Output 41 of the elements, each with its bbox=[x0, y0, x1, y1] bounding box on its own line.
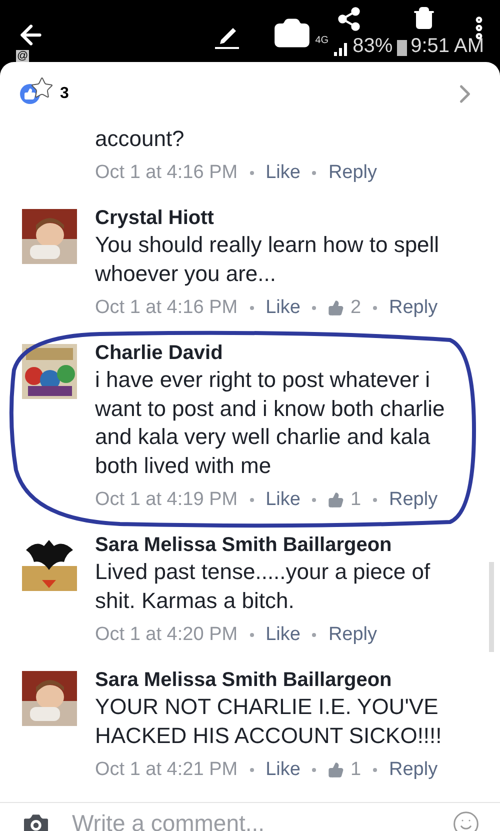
comment-text: account? bbox=[95, 125, 186, 153]
thumbs-up-icon bbox=[328, 492, 344, 508]
emoji-icon[interactable] bbox=[452, 810, 480, 831]
battery-icon bbox=[396, 38, 407, 56]
reply-link[interactable]: Reply bbox=[389, 294, 438, 322]
comment-text: Lived past tense.....your a piece of shit. Karmas a bitch. bbox=[95, 558, 432, 614]
author-name[interactable]: Sara Melissa Smith Baillargeon bbox=[95, 667, 475, 693]
comment-time: Oct 1 at 4:20 PM bbox=[95, 622, 238, 647]
network-label: 4G bbox=[315, 36, 329, 46]
like-count: 1 bbox=[350, 488, 362, 512]
comment-text: You should really learn how to spell whoever you are... bbox=[95, 231, 440, 288]
thumbs-up-icon bbox=[328, 300, 344, 316]
author-name[interactable]: Charlie David bbox=[95, 340, 475, 366]
like-link[interactable]: Like bbox=[266, 620, 300, 650]
like-link[interactable]: Like bbox=[266, 158, 300, 188]
comment-time: Oct 1 at 4:19 PM bbox=[95, 488, 238, 512]
reply-link[interactable]: Reply bbox=[328, 620, 378, 650]
comment-text: YOUR NOT CHARLIE I.E. YOU'VE HACKED HIS ACCOUNT SICKO!!!! bbox=[95, 693, 443, 750]
like-link[interactable]: Like bbox=[266, 486, 300, 514]
comment-time: Oct 1 at 4:21 PM bbox=[95, 758, 238, 782]
like-link[interactable]: Like bbox=[266, 756, 300, 784]
comment-time: Oct 1 at 4:16 PM bbox=[95, 160, 238, 185]
comment-time: Oct 1 at 4:16 PM bbox=[95, 296, 238, 320]
reply-link[interactable]: Reply bbox=[389, 756, 438, 784]
at-sign-icon: @ bbox=[16, 50, 30, 62]
thumbs-up-icon bbox=[328, 762, 344, 778]
like-count: 1 bbox=[350, 758, 362, 782]
reply-link[interactable]: Reply bbox=[389, 486, 438, 514]
reaction-count: 3 bbox=[60, 84, 69, 104]
battery-level: 83% bbox=[352, 36, 393, 56]
reply-link[interactable]: Reply bbox=[328, 158, 378, 188]
clock: 9:51 AM bbox=[410, 36, 484, 56]
like-link[interactable]: Like bbox=[266, 294, 300, 322]
signal-icon bbox=[332, 40, 349, 56]
author-name[interactable]: Crystal Hiott bbox=[95, 205, 475, 231]
author-name[interactable]: Sara Melissa Smith Baillargeon bbox=[95, 532, 475, 558]
star-icon bbox=[30, 76, 54, 100]
share-icon[interactable] bbox=[336, 6, 362, 32]
trash-icon[interactable] bbox=[412, 6, 436, 30]
comment-text: i have ever right to post whatever i want to post and i know both charlie and kala very well charlie and kala both lived with me bbox=[95, 366, 446, 480]
like-count: 2 bbox=[350, 296, 362, 320]
